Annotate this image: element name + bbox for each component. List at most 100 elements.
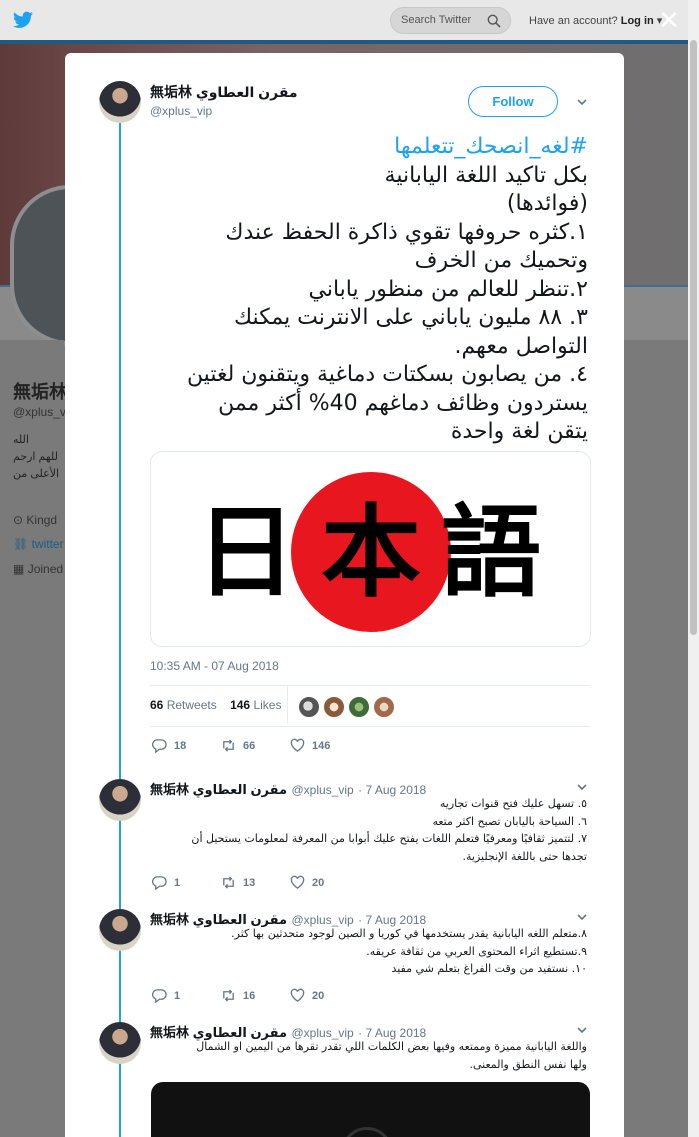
profile-joined: ▦ Joined xyxy=(13,562,65,576)
tweet-line: ٤. من يصابون بسكتات دماغية ويتقنون لغتين xyxy=(186,362,588,387)
like-action[interactable]: 20 xyxy=(290,875,324,890)
retweet-icon[interactable] xyxy=(221,738,236,753)
thread-line xyxy=(119,123,121,1137)
retweet-icon[interactable] xyxy=(221,875,236,890)
profile-website-text[interactable]: twitter xyxy=(32,537,64,551)
calendar-icon: ▦ xyxy=(13,562,25,576)
divider xyxy=(150,726,590,727)
retweet-count: 13 xyxy=(243,876,256,889)
heart-icon[interactable] xyxy=(290,738,305,753)
profile-website[interactable]: ⛓ twitter xyxy=(13,537,65,551)
chevron-down-icon[interactable] xyxy=(576,781,588,793)
reply-action[interactable]: 1 xyxy=(152,875,180,890)
profile-bio-line: الله xyxy=(13,434,29,446)
tweet-line: يستردون وظائف دماغهم 40% أكثر ممن xyxy=(218,390,588,416)
scrollbar-thumb[interactable] xyxy=(690,40,697,635)
retweet-action[interactable]: 66 xyxy=(221,738,255,753)
stats-divider xyxy=(287,686,288,724)
profile-bio-line: للهم ارحم xyxy=(13,451,58,463)
divider xyxy=(150,685,590,686)
like-count: 146 xyxy=(312,739,331,752)
author-name[interactable]: 無垢林 مقرن العطاوي xyxy=(150,82,298,102)
tweet-line: التواصل معهم. xyxy=(454,333,588,359)
reply-action[interactable]: 1 xyxy=(152,988,180,1003)
hashtag-link[interactable]: #لغه_انصحك_تتعلمها xyxy=(150,133,588,162)
reply-line: ٧. لتتميز ثقافيًا ومعرفيًا فتعلم اللغات … xyxy=(191,832,587,845)
likes-count[interactable]: 146 xyxy=(230,698,250,712)
reply-avatar[interactable] xyxy=(99,779,141,821)
likes-label[interactable]: Likes xyxy=(253,698,281,712)
chevron-down-icon[interactable] xyxy=(576,1024,588,1036)
profile-location-text: Kingd xyxy=(26,513,58,527)
location-icon: ⊙ xyxy=(13,513,24,527)
tweet-text: #لغه_انصحك_تتعلمها بكل تاكيد اللغة الياب… xyxy=(150,133,588,447)
reply-line: ولها نفس النطق والمعنى. xyxy=(469,1057,587,1071)
heart-icon[interactable] xyxy=(290,988,305,1003)
link-icon: ⛓ xyxy=(13,537,29,551)
retweet-icon[interactable] xyxy=(221,988,236,1003)
follow-button[interactable]: Follow xyxy=(468,86,558,117)
tweet-line: يتقن لغة واحدة xyxy=(450,419,588,444)
close-modal-icon[interactable]: ✕ xyxy=(658,7,680,33)
reply-line: تجدها حتى باللغة الإنجليزية. xyxy=(462,849,587,863)
tweet-line: ٢.تنظر للعالم من منظور ياباني xyxy=(308,276,589,302)
reply-text: ٨.متعلم اللغه اليابانية يقدر يستخدمها في… xyxy=(150,925,587,978)
liker-avatar[interactable] xyxy=(323,696,345,718)
retweet-count: 16 xyxy=(243,989,256,1002)
tweet-stats: 66 Retweets 146 Likes xyxy=(150,698,281,712)
profile-location: ⊙ Kingd xyxy=(13,513,65,527)
reply-line: ٨.متعلم اللغه اليابانية يقدر يستخدمها في… xyxy=(231,927,587,940)
reply-count: 1 xyxy=(174,876,181,889)
reply-line: ٩.تستطيع اثراء المحتوى العربي من ثقافة ع… xyxy=(366,944,587,958)
retweets-label[interactable]: Retweets xyxy=(167,698,217,712)
retweet-action[interactable]: 13 xyxy=(221,875,255,890)
tweet-modal: 無垢林 مقرن العطاوي @xplus_vip Follow #لغه_… xyxy=(65,53,624,1137)
liker-avatar[interactable] xyxy=(348,696,370,718)
reply-icon[interactable] xyxy=(152,738,167,753)
author-handle[interactable]: @xplus_vip xyxy=(150,104,212,118)
reply-avatar[interactable] xyxy=(99,909,141,951)
twitter-bird-icon[interactable] xyxy=(13,11,33,29)
reply-line: ٥. تسهل عليك فتح قنوات تجاريه xyxy=(439,797,587,810)
reply-avatar[interactable] xyxy=(99,1022,141,1064)
profile-bio-line: الأعلى من xyxy=(13,468,60,480)
reply-video[interactable] xyxy=(151,1082,590,1137)
heart-icon[interactable] xyxy=(290,875,305,890)
reply-icon[interactable] xyxy=(152,875,167,890)
reply-count: 18 xyxy=(174,739,187,752)
tweet-line: بكل تاكيد اللغة اليابانية xyxy=(384,162,588,188)
chevron-down-icon[interactable] xyxy=(576,911,588,923)
tweet-timestamp[interactable]: 10:35 AM - 07 Aug 2018 xyxy=(150,659,279,673)
profile-handle: @xplus_v xyxy=(13,405,65,419)
like-action[interactable]: 20 xyxy=(290,988,324,1003)
kanji-go: 語 xyxy=(441,494,541,611)
author-avatar[interactable] xyxy=(99,81,141,123)
tweet-media-image[interactable]: 日 本 語 xyxy=(150,451,591,647)
reply-icon[interactable] xyxy=(152,988,167,1003)
search-icon[interactable] xyxy=(487,14,501,28)
login-link[interactable]: Log in xyxy=(621,15,654,27)
reply-count: 1 xyxy=(174,989,181,1002)
kanji-hon: 本 xyxy=(321,494,421,611)
retweets-count[interactable]: 66 xyxy=(150,698,163,712)
liker-avatar[interactable] xyxy=(373,696,395,718)
nihongo-image: 日 本 語 xyxy=(196,472,541,632)
like-action[interactable]: 146 xyxy=(290,738,330,753)
tweet-line: ١.كثره حروفها تقوي ذاكرة الحفظ عندك xyxy=(225,219,588,245)
reply-line: واللغة اليابانية مميزة وممتعه وفيها بعض … xyxy=(196,1040,587,1053)
account-question: Have an account? xyxy=(529,15,618,27)
reply-line: ٦. السياحة باليابان تصبح اكثر متعه xyxy=(432,814,587,828)
retweet-count: 66 xyxy=(243,739,256,752)
video-play-ring[interactable] xyxy=(341,1127,393,1137)
search-input[interactable]: Search Twitter xyxy=(390,7,511,34)
retweet-action[interactable]: 16 xyxy=(221,988,255,1003)
page-scrollbar[interactable] xyxy=(688,0,699,1137)
reply-action[interactable]: 18 xyxy=(152,738,186,753)
like-count: 20 xyxy=(312,989,325,1002)
chevron-down-icon[interactable] xyxy=(576,96,588,108)
like-count: 20 xyxy=(312,876,325,889)
liker-avatar[interactable] xyxy=(298,696,320,718)
tweet-line: ٣. ٨٨ مليون ياباني على الانترنت يمكنك xyxy=(234,305,588,330)
top-nav-bar: Search Twitter Have an account? Log in ▾ xyxy=(0,0,699,40)
profile-bio: الله للهم ارحم الأعلى من xyxy=(13,432,65,483)
